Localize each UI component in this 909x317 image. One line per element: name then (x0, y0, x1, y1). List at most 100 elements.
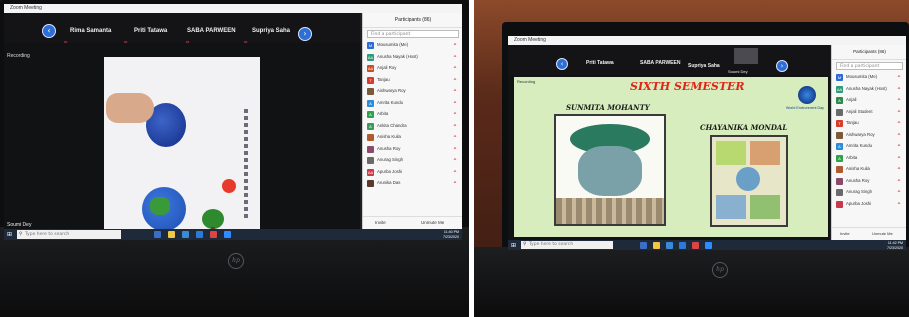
muted-mic-icon[interactable]: ⦵ (453, 77, 457, 82)
file-explorer-icon[interactable] (168, 231, 175, 238)
previous-page-button[interactable]: ‹ (556, 58, 568, 70)
participant-row[interactable]: AA Apurba Joshi ⦵ (367, 168, 459, 177)
edge-icon[interactable] (154, 231, 161, 238)
muted-mic-icon[interactable]: ⦵ (897, 97, 901, 102)
participant-row[interactable]: Anisha Kuila ⦵ (367, 133, 459, 142)
participant-row[interactable]: AA Anjali Roy ⦵ (367, 64, 459, 73)
participant-row[interactable]: Aishwarya Roy ⦵ (836, 131, 903, 140)
zoom-icon[interactable] (705, 242, 712, 249)
participant-row[interactable]: A Anjali ⦵ (836, 96, 903, 105)
muted-mic-icon[interactable]: ⦵ (453, 180, 457, 185)
participant-row[interactable]: M Mousumita (Me) ⦵ (836, 73, 903, 82)
participant-row[interactable]: A Arbita ⦵ (836, 154, 903, 163)
muted-mic-icon[interactable]: ⦵ (897, 132, 901, 137)
participant-search-input[interactable]: Find a participant (367, 30, 459, 38)
participant-row[interactable]: Anjali Student ⦵ (836, 108, 903, 117)
participant-name: Anusha Roy (377, 145, 401, 151)
file-explorer-icon[interactable] (653, 242, 660, 249)
participant-row[interactable]: A Amrita Kundu ⦵ (836, 142, 903, 151)
muted-mic-icon[interactable]: ⦵ (453, 123, 457, 128)
participant-name: Anurag Singh (377, 157, 404, 162)
muted-mic-icon[interactable]: ⦵ (453, 100, 457, 105)
slide-title: SIXTH SEMESTER (630, 80, 745, 93)
participant-row[interactable]: A Ankita Chandra ⦵ (367, 122, 459, 131)
participant-row[interactable]: Anurag Singh ⦵ (367, 156, 459, 165)
muted-mic-icon[interactable]: ⦵ (897, 189, 901, 194)
taskbar-search-box[interactable]: ⚲ Type here to search (521, 241, 613, 249)
participant-tile-name: Supriya Saha (252, 28, 291, 34)
muted-mic-icon[interactable]: ⦵ (453, 88, 457, 93)
participant-row[interactable]: Anisha Kuila ⦵ (836, 165, 903, 174)
participant-row[interactable]: Anurag Singh ⦵ (836, 188, 903, 197)
muted-mic-icon[interactable]: ⦵ (897, 166, 901, 171)
muted-mic-icon[interactable]: ⦵ (453, 157, 457, 162)
muted-mic-icon[interactable]: ⦵ (897, 201, 901, 206)
participant-avatar: A (836, 143, 843, 150)
participant-name: Aishwarya Roy (846, 131, 875, 137)
participant-row[interactable]: Anusha Roy ⦵ (367, 145, 459, 154)
participant-name: Anjali (846, 97, 857, 102)
participant-row[interactable]: Arunika Das ⦵ (367, 179, 459, 188)
participant-tile-name: SABA PARWEEN (187, 28, 236, 34)
unmute-me-button[interactable]: Unmute Me (872, 231, 893, 236)
windows-start-icon[interactable]: ⊞ (511, 242, 518, 249)
muted-mic-icon[interactable]: ⦵ (897, 86, 901, 91)
participant-search-input[interactable]: Find a participant (836, 62, 903, 70)
muted-mic-icon[interactable]: ⦵ (897, 120, 901, 125)
participant-row[interactable]: T Tanjau ⦵ (367, 76, 459, 85)
invite-button[interactable]: Invite (375, 220, 386, 225)
windows-start-icon[interactable]: ⊞ (7, 231, 14, 238)
clock-time: 11:40 PM (443, 230, 459, 234)
participant-row[interactable]: T Tanjau ⦵ (836, 119, 903, 128)
muted-mic-icon[interactable]: ⦵ (897, 74, 901, 79)
participant-row[interactable]: M Mousumita (Me) ⦵ (367, 41, 459, 50)
participant-name: Anusha Nayak (Host) (846, 85, 887, 91)
participant-avatar: T (836, 120, 843, 127)
participant-row[interactable]: Aishwarya Roy ⦵ (367, 87, 459, 96)
muted-mic-icon: ⦵ (64, 39, 69, 45)
earth-globe-art (142, 187, 186, 231)
desk-surface (474, 247, 909, 317)
participants-panel-footer: Invite Unmute Me (832, 227, 906, 240)
media-icon[interactable] (210, 231, 217, 238)
edge-icon[interactable] (640, 242, 647, 249)
participant-row[interactable]: A Amrita Kundu ⦵ (367, 99, 459, 108)
next-page-button[interactable]: › (298, 27, 312, 41)
next-page-button[interactable]: › (776, 60, 788, 72)
mail-icon[interactable] (679, 242, 686, 249)
muted-mic-icon[interactable]: ⦵ (453, 54, 457, 59)
participant-row[interactable]: AA Anusha Nayak (Host) ⦵ (367, 53, 459, 62)
muted-mic-icon: ⦵ (124, 39, 129, 45)
participant-row[interactable]: Anusha Roy ⦵ (836, 177, 903, 186)
participant-name: Amrita Kundu (846, 143, 873, 148)
participant-row[interactable]: A Arbita ⦵ (367, 110, 459, 119)
muted-mic-icon[interactable]: ⦵ (453, 134, 457, 139)
shared-slide: Recording SIXTH SEMESTER SUNMITA MOHANTY… (514, 77, 828, 237)
muted-mic-icon[interactable]: ⦵ (453, 169, 457, 174)
muted-mic-icon[interactable]: ⦵ (897, 178, 901, 183)
muted-mic-icon[interactable]: ⦵ (453, 42, 457, 47)
media-icon[interactable] (692, 242, 699, 249)
muted-mic-icon[interactable]: ⦵ (897, 155, 901, 160)
muted-mic-icon[interactable]: ⦵ (897, 143, 901, 148)
participant-avatar: AA (836, 85, 843, 93)
shared-drawing (104, 57, 260, 240)
participant-strip: ‹ Priti Tatawa SABA PARWEEN Supriya Saha… (508, 45, 830, 75)
participant-row[interactable]: Apurba Joshi ⦵ (836, 200, 903, 209)
taskbar-search-box[interactable]: ⚲ Type here to search (17, 230, 121, 239)
participant-avatar (367, 180, 374, 187)
unmute-me-button[interactable]: Unmute Me (421, 220, 444, 225)
muted-mic-icon[interactable]: ⦵ (897, 109, 901, 114)
zoom-icon[interactable] (224, 231, 231, 238)
hp-logo-icon: hp (712, 262, 728, 278)
mail-icon[interactable] (196, 231, 203, 238)
muted-mic-icon[interactable]: ⦵ (453, 111, 457, 116)
participant-row[interactable]: AA Anusha Nayak (Host) ⦵ (836, 85, 903, 94)
store-icon[interactable] (666, 242, 673, 249)
store-icon[interactable] (182, 231, 189, 238)
muted-mic-icon[interactable]: ⦵ (453, 65, 457, 70)
environment-poster (710, 135, 788, 227)
previous-page-button[interactable]: ‹ (42, 24, 56, 38)
invite-button[interactable]: Invite (840, 231, 850, 236)
muted-mic-icon[interactable]: ⦵ (453, 146, 457, 151)
